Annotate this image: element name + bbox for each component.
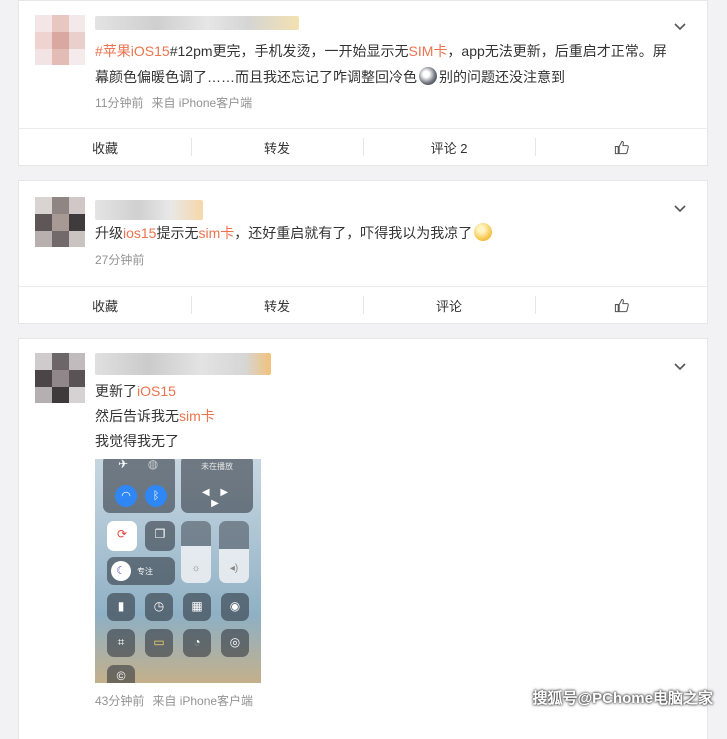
bluetooth-icon: ᛒ — [145, 485, 167, 507]
chevron-down-icon[interactable] — [671, 17, 689, 35]
post-card-1: #苹果iOS15#12pm更完，手机发烫，一开始显示无SIM卡，app无法更新，… — [18, 0, 708, 166]
emoji-icon — [474, 223, 493, 241]
chevron-down-icon[interactable] — [671, 199, 689, 217]
post-meta: 11分钟前 来自 iPhone客户端 — [95, 94, 260, 111]
post-meta: 43分钟前 来自 iPhone客户端 — [95, 692, 261, 709]
collect-button[interactable]: 收藏 — [19, 129, 191, 165]
hearing-icon: © — [116, 669, 126, 683]
avatar[interactable] — [35, 15, 85, 65]
keyword-link[interactable]: iOS15 — [137, 383, 176, 399]
timestamp[interactable]: 43分钟前 — [95, 694, 144, 708]
comment-button[interactable]: 评论 2 — [363, 129, 535, 165]
post-card-3: 更新了iOS15 然后告诉我无sim卡 我觉得我无了 ✈ ◍ ◠ ᛒ 未在播放 … — [18, 338, 708, 739]
playback-label: 未在播放 — [201, 462, 233, 471]
topic-link[interactable]: #苹果 — [95, 43, 131, 59]
watermark: 搜狐号@PChome电脑之家 — [532, 690, 713, 707]
source: 来自 iPhone客户端 — [152, 694, 254, 708]
flashlight-icon: ▮ — [117, 599, 125, 613]
airplane-icon: ✈ — [117, 459, 129, 471]
keyword-link[interactable]: sim卡 — [179, 408, 215, 424]
chevron-down-icon[interactable] — [671, 357, 689, 375]
qr-scanner-icon: ⌗ — [117, 635, 125, 649]
post-meta: 27分钟前 — [95, 251, 152, 268]
post-text: 升级ios15提示无sim卡，还好重启就有了，吓得我以为我凉了 — [95, 220, 494, 246]
screen-mirror-icon: ❐ — [154, 527, 166, 541]
thumbs-up-icon — [614, 140, 629, 154]
keyword-link[interactable]: ios15 — [123, 225, 156, 241]
rotation-lock-icon: ⟳ — [116, 527, 128, 541]
volume-icon: ◂) — [229, 563, 239, 574]
forward-button[interactable]: 转发 — [191, 129, 363, 165]
keyword-link[interactable]: sim卡 — [198, 225, 234, 241]
focus-label: 专注 — [137, 567, 153, 576]
like-button[interactable] — [535, 287, 707, 323]
timestamp[interactable]: 27分钟前 — [95, 253, 144, 267]
emoji-icon — [419, 67, 437, 85]
action-bar: 收藏 转发 评论 — [19, 286, 707, 323]
playback-controls-icon: ◀ ▶ ▶ — [201, 487, 233, 509]
username-blurred[interactable] — [95, 16, 299, 30]
avatar[interactable] — [35, 353, 85, 403]
timestamp[interactable]: 11分钟前 — [95, 96, 143, 110]
brightness-icon: ☼ — [191, 563, 201, 574]
camera-icon: ◉ — [229, 599, 241, 613]
source: 来自 iPhone客户端 — [151, 96, 253, 110]
username-blurred[interactable] — [95, 200, 203, 220]
like-button[interactable] — [535, 129, 707, 165]
post-image[interactable]: ✈ ◍ ◠ ᛒ 未在播放 ◀ ▶ ▶ ⟳ ❐ ☼ ◂) ☾ 专注 ▮ ◷ ▦ ◉… — [95, 459, 261, 683]
collect-button[interactable]: 收藏 — [19, 287, 191, 323]
thumbs-up-icon — [614, 298, 629, 312]
screen-record-icon: ◎ — [229, 635, 241, 649]
moon-icon: ☾ — [111, 561, 131, 581]
stopwatch-icon: ◔ — [193, 635, 201, 649]
avatar[interactable] — [35, 197, 85, 247]
battery-icon: ▭ — [153, 635, 165, 649]
post-text: #苹果iOS15#12pm更完，手机发烫，一开始显示无SIM卡，app无法更新，… — [95, 43, 667, 85]
calculator-icon: ▦ — [191, 599, 203, 613]
wifi-icon: ◠ — [115, 485, 137, 507]
post-card-2: 升级ios15提示无sim卡，还好重启就有了，吓得我以为我凉了 27分钟前 收藏… — [18, 180, 708, 324]
forward-button[interactable]: 转发 — [191, 287, 363, 323]
post-text: 更新了iOS15 然后告诉我无sim卡 我觉得我无了 — [95, 383, 215, 449]
username-blurred[interactable] — [95, 353, 271, 375]
keyword-link[interactable]: SIM卡 — [409, 43, 448, 59]
cellular-icon: ◍ — [147, 459, 159, 471]
keyword-link[interactable]: iOS15 — [131, 43, 170, 59]
timer-icon: ◷ — [153, 599, 165, 613]
comment-button[interactable]: 评论 — [363, 287, 535, 323]
action-bar: 收藏 转发 评论 2 — [19, 128, 707, 165]
